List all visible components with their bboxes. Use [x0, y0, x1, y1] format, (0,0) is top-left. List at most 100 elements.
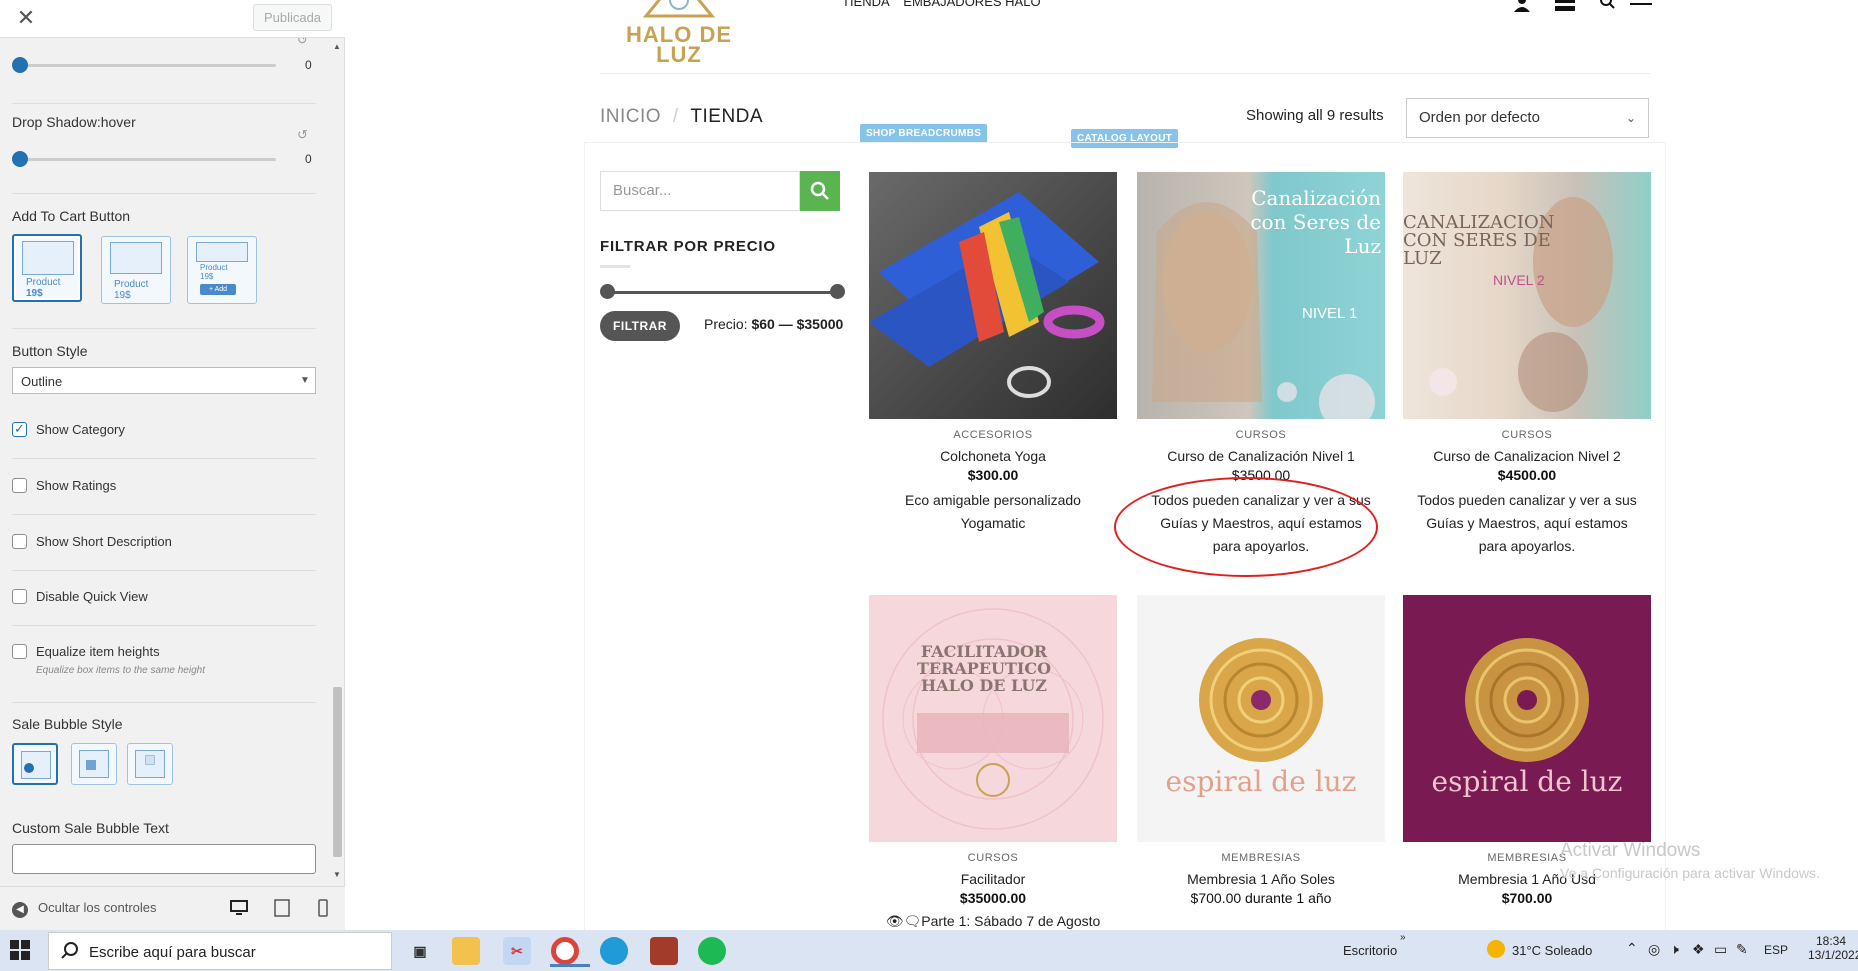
winrar-icon[interactable]	[650, 937, 678, 965]
search-icon[interactable]	[1598, 0, 1616, 17]
product-short-description: Todos pueden canalizar y ver a sus Guías…	[1417, 492, 1637, 554]
pen-icon[interactable]: ✎	[1736, 941, 1748, 958]
spotify-icon[interactable]	[698, 937, 726, 965]
price-min-handle[interactable]	[600, 284, 615, 299]
volume-icon[interactable]: 🕨	[1670, 941, 1679, 958]
drop-shadow-slider-knob[interactable]	[12, 57, 28, 73]
cart-style-option-3[interactable]: Product 19$ + Add	[187, 236, 257, 304]
search-icon	[61, 941, 79, 964]
scroll-down-icon[interactable]: ▼	[333, 870, 341, 879]
clock[interactable]: 18:34 13/1/2022	[1808, 934, 1858, 962]
search-button[interactable]	[800, 171, 840, 211]
product-name[interactable]: Curso de Canalizacion Nivel 2	[1403, 448, 1651, 464]
main-nav: TIENDA EMBAJADORES HALO	[842, 0, 1051, 9]
breadcrumb-current: TIENDA	[690, 106, 764, 127]
price-range-slider[interactable]	[608, 291, 838, 294]
cart-icon[interactable]	[1554, 0, 1576, 17]
divider	[12, 570, 316, 571]
red-annotation-circle	[1114, 477, 1378, 577]
filter-title: FILTRAR POR PRECIO	[600, 238, 776, 255]
reset-icon[interactable]: ↺	[297, 127, 308, 143]
product-category[interactable]: CURSOS	[1403, 429, 1651, 441]
display-icon[interactable]: ▭	[1714, 941, 1727, 958]
chrome-icon[interactable]	[550, 937, 590, 967]
product-name[interactable]: Curso de Canalización Nivel 1	[1137, 448, 1385, 464]
product-short-description: 👁🗨Parte 1: Sábado 7 de Agosto	[885, 913, 1101, 929]
image-title: FACILITADOR TERAPEUTICO HALO DE LUZ	[916, 642, 1052, 695]
drop-shadow-value: 0	[305, 58, 312, 72]
scrollbar-thumb[interactable]	[333, 687, 342, 857]
product-image[interactable]: espiral de luz	[1403, 595, 1651, 842]
product-image[interactable]	[869, 172, 1117, 419]
drop-shadow-hover-slider-knob[interactable]	[12, 151, 28, 167]
tray-chevron-icon[interactable]: ⌃	[1626, 940, 1638, 957]
price-max-handle[interactable]	[830, 284, 845, 299]
search-icon	[810, 181, 829, 200]
task-view-icon[interactable]: ▣	[406, 937, 434, 965]
thumb-image	[196, 242, 248, 262]
product-category[interactable]: MEMBRESIAS	[1137, 852, 1385, 864]
tablet-preview-icon[interactable]	[273, 899, 291, 917]
snipping-tool-icon[interactable]: ✂	[503, 937, 531, 965]
nav-embajadores[interactable]: EMBAJADORES HALO	[903, 0, 1040, 9]
publish-button[interactable]: Publicada	[253, 4, 332, 31]
product-category[interactable]: CURSOS	[1137, 429, 1385, 441]
product-category[interactable]: CURSOS	[869, 852, 1117, 864]
product-name[interactable]: Facilitador	[869, 871, 1117, 887]
drop-shadow-slider[interactable]	[20, 64, 276, 67]
cart-style-option-1[interactable]: Product 19$	[12, 234, 82, 302]
weather-sun-icon[interactable]	[1487, 940, 1505, 958]
orderby-select[interactable]: Orden por defecto ⌄	[1406, 98, 1649, 138]
windows-start-icon[interactable]	[10, 940, 34, 962]
product-name[interactable]: Membresia 1 Año Soles	[1137, 871, 1385, 887]
checkbox[interactable]	[12, 421, 27, 437]
checkbox[interactable]	[12, 478, 27, 493]
customizer-controls: ↺ 0 Drop Shadow:hover ↺ 0 Add To Cart Bu…	[0, 38, 345, 886]
reset-icon[interactable]: ↺	[297, 38, 308, 48]
nav-tienda[interactable]: TIENDA	[842, 0, 890, 9]
custom-sale-text-input[interactable]	[12, 844, 316, 874]
divider	[12, 328, 316, 329]
product-image[interactable]: CANALIZACION CON SERES DE LUZ NIVEL 2	[1403, 172, 1651, 419]
mobile-preview-icon[interactable]	[314, 899, 332, 917]
site-logo[interactable]: HALO DE LUZ	[614, 0, 744, 70]
language-indicator[interactable]: ESP	[1764, 943, 1788, 957]
bubble-square	[145, 755, 155, 765]
breadcrumb: INICIO / TIENDA	[600, 106, 764, 127]
checkbox[interactable]	[12, 534, 27, 549]
checkbox[interactable]	[12, 589, 27, 604]
product-image[interactable]: Canalización con Seres de Luz NIVEL 1	[1137, 172, 1385, 419]
logo-triangle-icon	[642, 0, 716, 18]
chevron-icon[interactable]: »	[1400, 932, 1406, 943]
shop-breadcrumbs-tag[interactable]: SHOP BREADCRUMBS	[860, 124, 988, 143]
dropbox-icon[interactable]: ❖	[1692, 941, 1705, 958]
product-category[interactable]: ACCESORIOS	[869, 429, 1117, 441]
breadcrumb-home[interactable]: INICIO	[600, 106, 661, 127]
filter-button[interactable]: FILTRAR	[600, 311, 680, 341]
taskbar-search[interactable]: Escribe aquí para buscar	[48, 932, 392, 970]
product-image[interactable]: espiral de luz	[1137, 595, 1385, 842]
panel-scrollbar[interactable]: ▲ ▼	[330, 42, 344, 882]
drop-shadow-hover-slider[interactable]	[20, 158, 276, 161]
weather[interactable]: 31°C Soleado	[1512, 943, 1592, 958]
sale-bubble-option-3[interactable]	[127, 743, 173, 785]
sale-bubble-option-2[interactable]	[71, 743, 117, 785]
network-icon[interactable]: ◎	[1648, 941, 1660, 958]
account-icon[interactable]	[1512, 0, 1532, 17]
product-image[interactable]: FACILITADOR TERAPEUTICO HALO DE LUZ	[869, 595, 1117, 842]
product-name[interactable]: Colchoneta Yoga	[869, 448, 1117, 464]
checkbox[interactable]	[12, 644, 27, 659]
cart-style-option-2[interactable]: Product 19$	[101, 236, 171, 304]
hide-controls-button[interactable]: ◀ Ocultar los controles	[12, 900, 157, 918]
desktop-preview-icon[interactable]	[230, 899, 248, 917]
sale-bubble-option-1[interactable]	[12, 743, 58, 785]
menu-icon[interactable]	[1630, 0, 1652, 17]
search-input[interactable]: Buscar...	[600, 171, 800, 211]
file-explorer-icon[interactable]	[452, 937, 480, 965]
edge-icon[interactable]	[600, 937, 628, 965]
collapse-icon: ◀	[12, 902, 28, 918]
desktop-toolbar[interactable]: Escritorio	[1343, 943, 1397, 958]
close-icon[interactable]: ✕	[14, 6, 38, 30]
scroll-up-icon[interactable]: ▲	[333, 42, 341, 51]
customizer-panel: ✕ Publicada ↺ 0 Drop Shadow:hover ↺ 0 Ad…	[0, 0, 345, 930]
